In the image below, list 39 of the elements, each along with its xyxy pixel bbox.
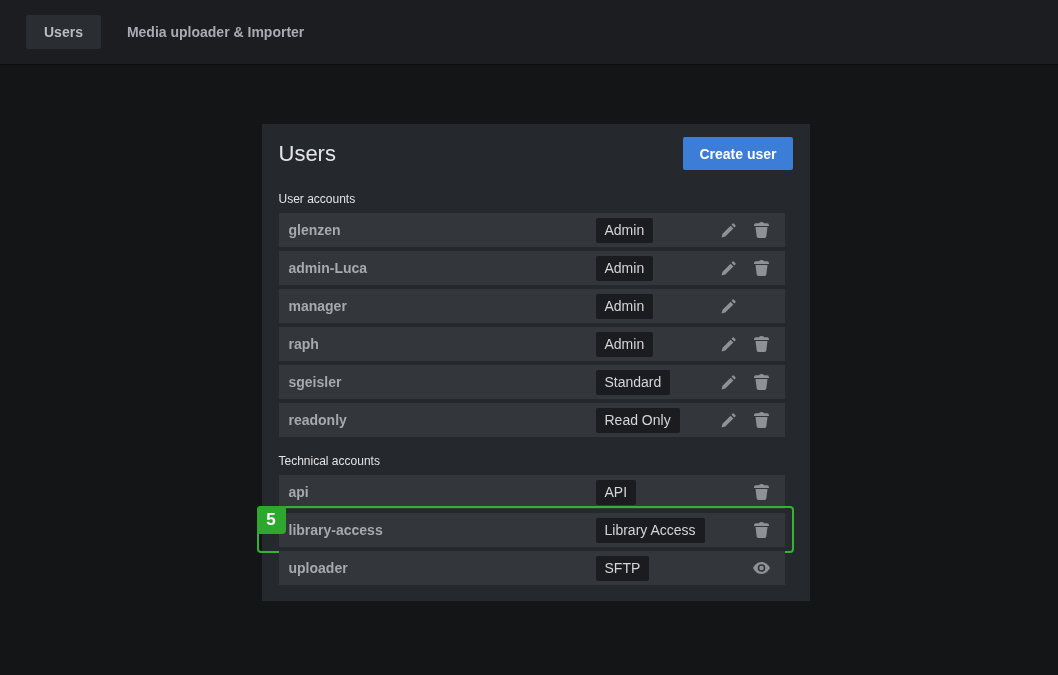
pencil-icon[interactable] bbox=[721, 412, 736, 428]
trash-icon[interactable] bbox=[754, 336, 769, 352]
pencil-icon[interactable] bbox=[721, 222, 736, 238]
role-tag: SFTP bbox=[595, 555, 650, 581]
pencil-icon[interactable] bbox=[721, 336, 736, 352]
trash-icon[interactable] bbox=[754, 522, 769, 538]
create-user-button[interactable]: Create user bbox=[683, 137, 793, 170]
panel-title: Users bbox=[278, 142, 336, 165]
role-tag: API bbox=[595, 479, 637, 505]
role-tag: Admin bbox=[595, 255, 654, 281]
pencil-icon[interactable] bbox=[721, 298, 736, 314]
role-tag: Read Only bbox=[595, 407, 680, 433]
role-tag: Standard bbox=[595, 369, 671, 395]
account-name: library-access bbox=[287, 522, 383, 538]
nav-tab[interactable]: Users bbox=[26, 15, 101, 49]
role-tag: Admin bbox=[595, 331, 654, 357]
account-name: uploader bbox=[287, 560, 348, 576]
trash-icon[interactable] bbox=[754, 374, 769, 390]
account-name: manager bbox=[287, 298, 347, 314]
account-name: api bbox=[287, 484, 309, 500]
account-name: sgeisler bbox=[287, 374, 342, 390]
trash-icon[interactable] bbox=[754, 412, 769, 428]
trash-icon[interactable] bbox=[754, 222, 769, 238]
role-tag: Admin bbox=[595, 293, 654, 319]
section-heading: User accounts bbox=[278, 192, 357, 206]
pencil-icon[interactable] bbox=[721, 260, 736, 276]
account-name: admin-Luca bbox=[287, 260, 368, 276]
account-name: readonly bbox=[287, 412, 347, 428]
account-name: raph bbox=[287, 336, 319, 352]
nav-tab[interactable]: Media uploader & Importer bbox=[108, 15, 323, 49]
callout-number: 5 bbox=[256, 506, 286, 534]
section-heading: Technical accounts bbox=[278, 454, 381, 468]
pencil-icon[interactable] bbox=[721, 374, 736, 390]
account-name: glenzen bbox=[287, 222, 341, 238]
role-tag: Library Access bbox=[595, 517, 705, 543]
trash-icon[interactable] bbox=[754, 260, 769, 276]
trash-icon[interactable] bbox=[754, 484, 769, 500]
role-tag: Admin bbox=[595, 217, 654, 243]
eye-icon[interactable] bbox=[753, 562, 770, 574]
